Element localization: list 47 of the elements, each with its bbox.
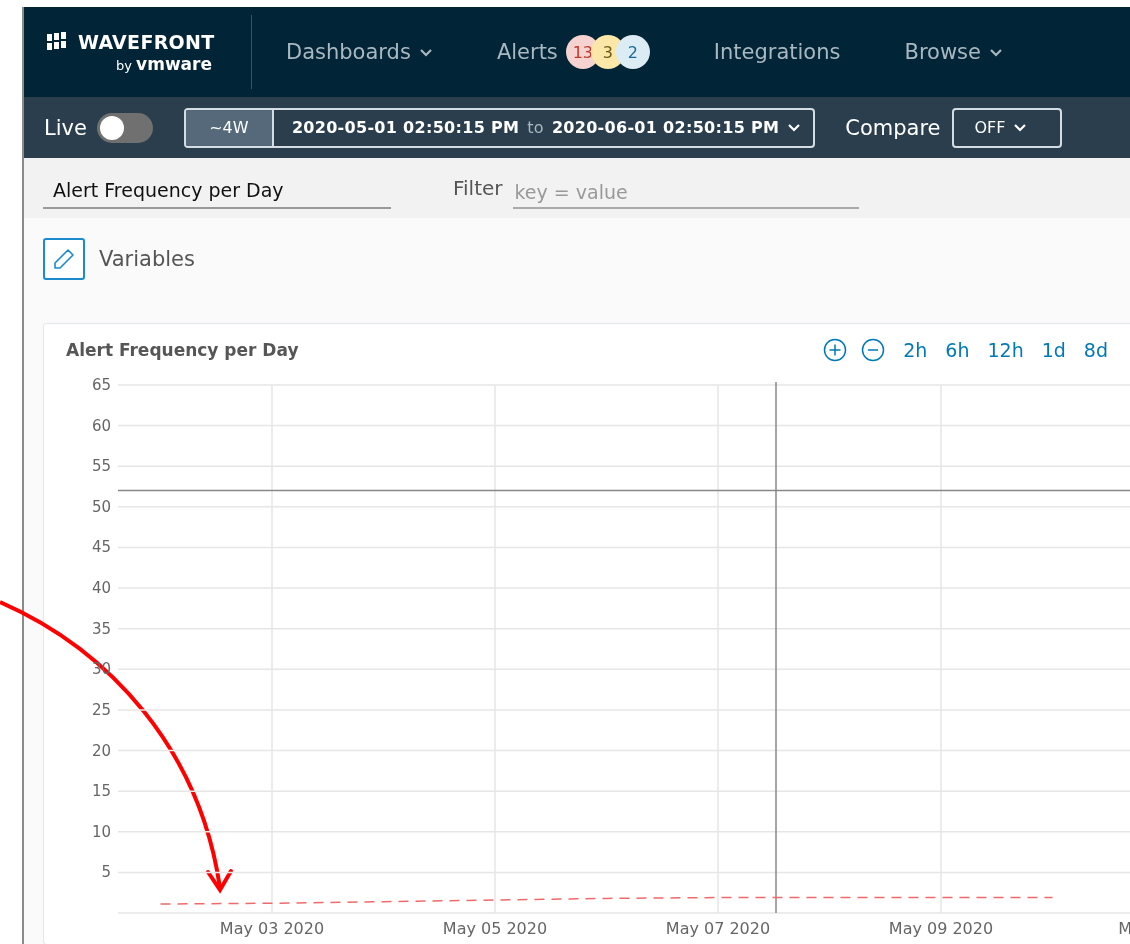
live-toggle[interactable] xyxy=(96,112,153,143)
dashboard-name-field[interactable]: Alert Frequency per Day xyxy=(43,173,391,209)
nav-item[interactable]: Alerts 13 3 2 xyxy=(496,35,650,69)
nav-item[interactable]: Dashboards xyxy=(286,40,433,64)
x-axis-label: May 03 2020 xyxy=(219,919,325,938)
plus-circle-icon xyxy=(823,338,848,362)
time-window-link[interactable]: 6h xyxy=(945,339,970,361)
y-axis-label: 40 xyxy=(91,579,111,598)
x-axis-label: May 07 2020 xyxy=(665,919,771,938)
chart-title: Alert Frequency per Day xyxy=(66,340,299,360)
edit-variables-button[interactable] xyxy=(43,238,85,280)
y-axis-label: 20 xyxy=(91,741,111,760)
y-axis-label: 60 xyxy=(91,416,111,435)
y-axis-label: 15 xyxy=(91,782,111,801)
y-axis-label: 35 xyxy=(91,619,111,638)
x-axis-label: M xyxy=(1118,919,1130,938)
compare-select[interactable]: OFF xyxy=(952,107,1063,148)
compare-label: Compare xyxy=(845,115,941,140)
live-label: Live xyxy=(44,115,87,140)
x-axis-label: May 09 2020 xyxy=(888,919,994,938)
y-axis-label: 10 xyxy=(91,822,111,841)
y-axis-label: 5 xyxy=(101,863,111,882)
nav-item[interactable]: Browse xyxy=(904,40,1003,64)
alert-count-badge: 2 xyxy=(615,35,650,69)
y-axis-label: 65 xyxy=(91,376,111,394)
zoom-out-button[interactable] xyxy=(861,338,886,362)
logo-byline: by vmware xyxy=(116,54,213,74)
y-axis-label: 45 xyxy=(91,538,111,557)
chevron-down-icon xyxy=(1013,123,1028,132)
y-axis-label: 25 xyxy=(91,700,111,719)
x-axis-label: May 05 2020 xyxy=(442,919,548,938)
time-window-link[interactable]: 8d xyxy=(1083,339,1108,361)
zoom-in-button[interactable] xyxy=(823,338,848,362)
variables-label: Variables xyxy=(99,247,195,271)
time-window-link[interactable]: 2h xyxy=(903,339,928,361)
pencil-icon xyxy=(52,247,76,271)
chevron-down-icon xyxy=(787,123,802,132)
nav-item[interactable]: Integrations xyxy=(713,40,841,64)
filter-label: Filter xyxy=(453,176,503,200)
time-range-picker[interactable]: ~4W 2020-05-01 02:50:15 PM to 2020-06-01 02:50:15 PM xyxy=(183,107,816,148)
logo-text: WAVEFRONT xyxy=(78,31,215,53)
minus-circle-icon xyxy=(861,338,886,362)
time-window-link[interactable]: 1d xyxy=(1041,339,1066,361)
time-window-link[interactable]: 12h xyxy=(987,339,1024,361)
y-axis-label: 50 xyxy=(91,497,111,516)
filter-field[interactable]: key = value xyxy=(512,177,859,209)
y-axis-label: 55 xyxy=(91,457,111,476)
